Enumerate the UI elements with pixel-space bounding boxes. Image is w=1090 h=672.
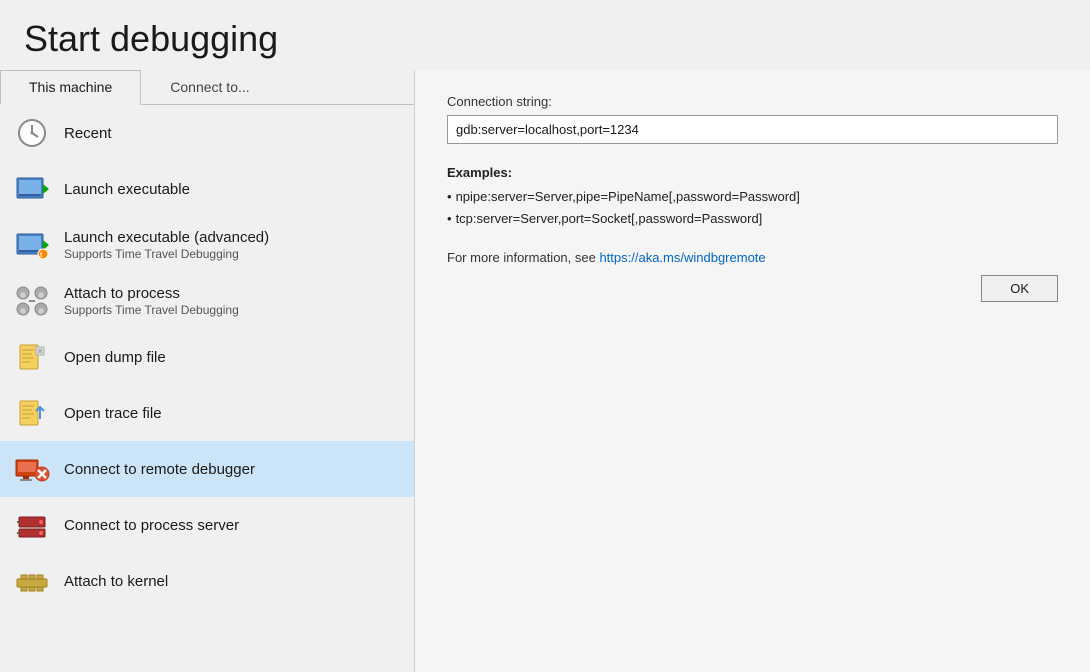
more-info: For more information, see https://aka.ms… <box>447 250 1058 265</box>
more-info-link[interactable]: https://aka.ms/windbgremote <box>599 250 765 265</box>
content-panel: Connection string: Examples: • npipe:ser… <box>415 70 1090 672</box>
menu-list: Recent Launch executable <box>0 105 414 672</box>
menu-item-launch-executable[interactable]: Launch executable <box>0 161 414 217</box>
menu-item-launch-executable-advanced-label: Launch executable (advanced) <box>64 229 269 246</box>
more-info-text: For more information, see <box>447 250 599 265</box>
tab-connect-to[interactable]: Connect to... <box>141 70 278 104</box>
menu-item-connect-remote-debugger[interactable]: Connect to remote debugger <box>0 441 414 497</box>
example1-item: • npipe:server=Server,pipe=PipeName[,pas… <box>447 186 1058 208</box>
menu-item-launch-executable-advanced-sublabel: Supports Time Travel Debugging <box>64 247 269 261</box>
ok-button[interactable]: OK <box>981 275 1058 302</box>
menu-item-open-dump-file[interactable]: Open dump file <box>0 329 414 385</box>
example2-text: tcp:server=Server,port=Socket[,password=… <box>456 208 763 230</box>
menu-item-launch-executable-label: Launch executable <box>64 181 190 198</box>
open-dump-file-icon <box>14 339 50 375</box>
tab-bar: This machine Connect to... <box>0 70 414 105</box>
menu-item-recent-label: Recent <box>64 125 112 142</box>
sidebar: This machine Connect to... Recent <box>0 70 415 672</box>
connect-remote-debugger-icon <box>14 451 50 487</box>
page-title: Start debugging <box>0 0 1090 70</box>
menu-item-recent[interactable]: Recent <box>0 105 414 161</box>
example1-text: npipe:server=Server,pipe=PipeName[,passw… <box>456 186 800 208</box>
connection-string-input[interactable] <box>447 115 1058 144</box>
examples-block: Examples: • npipe:server=Server,pipe=Pip… <box>447 162 1058 230</box>
menu-item-connect-remote-debugger-label: Connect to remote debugger <box>64 461 255 478</box>
main-layout: This machine Connect to... Recent <box>0 70 1090 672</box>
menu-item-attach-to-process-label: Attach to process <box>64 285 239 302</box>
menu-item-connect-process-server-label: Connect to process server <box>64 517 239 534</box>
menu-item-open-trace-file-label: Open trace file <box>64 405 162 422</box>
menu-item-launch-executable-advanced[interactable]: t Launch executable (advanced) Supports … <box>0 217 414 273</box>
tab-this-machine[interactable]: This machine <box>0 70 141 105</box>
example2-item: • tcp:server=Server,port=Socket[,passwor… <box>447 208 1058 230</box>
attach-to-kernel-icon <box>14 563 50 599</box>
connect-process-server-icon <box>14 507 50 543</box>
open-trace-file-icon <box>14 395 50 431</box>
ok-btn-row: OK <box>447 265 1058 648</box>
launch-executable-advanced-icon: t <box>14 227 50 263</box>
menu-item-open-dump-file-label: Open dump file <box>64 349 166 366</box>
menu-item-attach-to-kernel-label: Attach to kernel <box>64 573 168 590</box>
menu-item-attach-to-process[interactable]: Attach to process Supports Time Travel D… <box>0 273 414 329</box>
examples-title: Examples: <box>447 162 1058 184</box>
connection-string-label: Connection string: <box>447 94 1058 109</box>
menu-item-attach-to-kernel[interactable]: Attach to kernel <box>0 553 414 609</box>
launch-executable-icon <box>14 171 50 207</box>
attach-to-process-icon <box>14 283 50 319</box>
menu-item-connect-process-server[interactable]: Connect to process server <box>0 497 414 553</box>
menu-item-open-trace-file[interactable]: Open trace file <box>0 385 414 441</box>
clock-icon <box>14 115 50 151</box>
menu-item-attach-to-process-sublabel: Supports Time Travel Debugging <box>64 303 239 317</box>
